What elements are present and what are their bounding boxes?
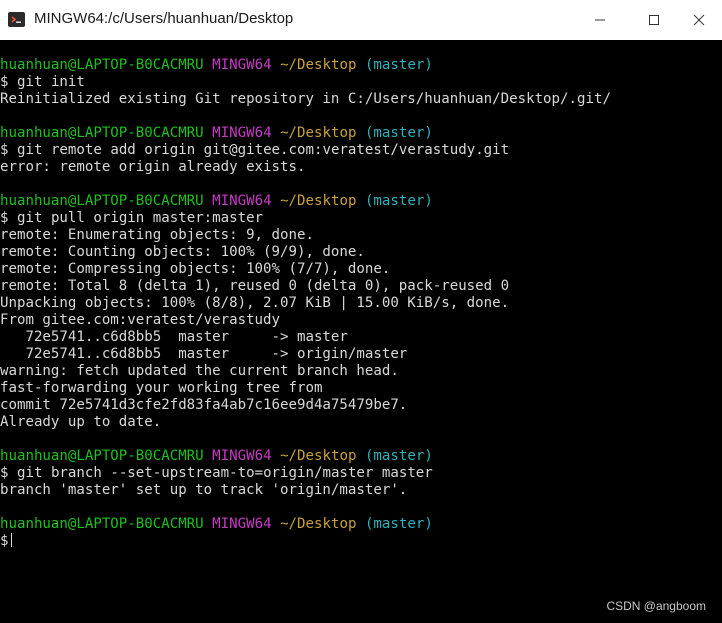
- prompt-user: huanhuan@LAPTOP-B0CACMRU: [0, 193, 204, 209]
- command-text: git remote add origin git@gitee.com:vera…: [17, 142, 510, 158]
- prompt-system: MINGW64: [212, 516, 272, 532]
- output-line: branch 'master' set up to track 'origin/…: [0, 482, 722, 499]
- prompt-symbol: $: [0, 142, 9, 158]
- prompt-user: huanhuan@LAPTOP-B0CACMRU: [0, 57, 204, 73]
- output-line: remote: Total 8 (delta 1), reused 0 (del…: [0, 278, 722, 295]
- command-text: git pull origin master:master: [17, 210, 264, 226]
- prompt-symbol: $: [0, 74, 9, 90]
- prompt-path: ~/Desktop: [280, 57, 357, 73]
- git-bash-app-icon: [8, 12, 25, 27]
- maximize-button[interactable]: [631, 0, 677, 40]
- prompt-system: MINGW64: [212, 125, 272, 141]
- prompt-user: huanhuan@LAPTOP-B0CACMRU: [0, 448, 204, 464]
- output-text: 72e5741..c6d8bb5 master -> master: [0, 329, 348, 345]
- output-line: warning: fetch updated the current branc…: [0, 363, 722, 380]
- prompt-user: huanhuan@LAPTOP-B0CACMRU: [0, 125, 204, 141]
- prompt-line: huanhuan@LAPTOP-B0CACMRU MINGW64 ~/Deskt…: [0, 125, 722, 142]
- watermark: CSDN @angboom: [606, 599, 706, 613]
- prompt-branch: (master): [364, 125, 433, 141]
- prompt-line: huanhuan@LAPTOP-B0CACMRU MINGW64 ~/Deskt…: [0, 57, 722, 74]
- output-line: remote: Enumerating objects: 9, done.: [0, 227, 722, 244]
- prompt-branch: (master): [364, 57, 433, 73]
- maximize-icon: [649, 15, 659, 25]
- prompt-system: MINGW64: [212, 193, 272, 209]
- prompt-line: huanhuan@LAPTOP-B0CACMRU MINGW64 ~/Deskt…: [0, 193, 722, 210]
- output-line: remote: Counting objects: 100% (9/9), do…: [0, 244, 722, 261]
- prompt-branch: (master): [364, 516, 433, 532]
- command-text: git init: [17, 74, 85, 90]
- prompt-branch: (master): [364, 193, 433, 209]
- minimize-button[interactable]: [577, 0, 623, 40]
- output-text: commit 72e5741d3cfe2fd83fa4ab7c16ee9d4a7…: [0, 397, 408, 413]
- output-text: remote: Compressing objects: 100% (7/7),…: [0, 261, 391, 277]
- prompt-symbol: $: [0, 533, 9, 549]
- output-text: From gitee.com:veratest/verastudy: [0, 312, 281, 328]
- command-line: $ git remote add origin git@gitee.com:ve…: [0, 142, 722, 159]
- output-text: 72e5741..c6d8bb5 master -> origin/master: [0, 346, 408, 362]
- output-text: remote: Enumerating objects: 9, done.: [0, 227, 314, 243]
- output-line: commit 72e5741d3cfe2fd83fa4ab7c16ee9d4a7…: [0, 397, 722, 414]
- prompt-symbol: $: [0, 465, 9, 481]
- output-text: error: remote origin already exists.: [0, 159, 306, 175]
- minimize-icon: [595, 19, 605, 21]
- terminal-output[interactable]: huanhuan@LAPTOP-B0CACMRU MINGW64 ~/Deskt…: [0, 57, 722, 550]
- prompt-system: MINGW64: [212, 448, 272, 464]
- prompt-path: ~/Desktop: [280, 448, 357, 464]
- command-line: $ git branch --set-upstream-to=origin/ma…: [0, 465, 722, 482]
- output-text: Already up to date.: [0, 414, 162, 430]
- output-text: Reinitialized existing Git repository in…: [0, 91, 611, 107]
- output-line: error: remote origin already exists.: [0, 159, 722, 176]
- title-bar[interactable]: MINGW64:/c/Users/huanhuan/Desktop: [0, 0, 722, 40]
- close-icon: [693, 14, 705, 26]
- active-command-line[interactable]: $: [0, 533, 722, 550]
- close-button[interactable]: [676, 0, 722, 40]
- prompt-line: huanhuan@LAPTOP-B0CACMRU MINGW64 ~/Deskt…: [0, 516, 722, 533]
- command-line: $ git init: [0, 74, 722, 91]
- output-text: remote: Total 8 (delta 1), reused 0 (del…: [0, 278, 510, 294]
- output-line: Unpacking objects: 100% (8/8), 2.07 KiB …: [0, 295, 722, 312]
- prompt-path: ~/Desktop: [280, 125, 357, 141]
- output-line: 72e5741..c6d8bb5 master -> origin/master: [0, 346, 722, 363]
- output-text: branch 'master' set up to track 'origin/…: [0, 482, 408, 498]
- output-line: Already up to date.: [0, 414, 722, 431]
- prompt-system: MINGW64: [212, 57, 272, 73]
- prompt-path: ~/Desktop: [280, 516, 357, 532]
- output-line: Reinitialized existing Git repository in…: [0, 91, 722, 108]
- output-text: warning: fetch updated the current branc…: [0, 363, 399, 379]
- output-text: remote: Counting objects: 100% (9/9), do…: [0, 244, 365, 260]
- output-line: remote: Compressing objects: 100% (7/7),…: [0, 261, 722, 278]
- output-line: fast-forwarding your working tree from: [0, 380, 722, 397]
- command-text: git branch --set-upstream-to=origin/mast…: [17, 465, 433, 481]
- prompt-branch: (master): [364, 448, 433, 464]
- window-title: MINGW64:/c/Users/huanhuan/Desktop: [34, 10, 294, 27]
- command-line: $ git pull origin master:master: [0, 210, 722, 227]
- output-line: From gitee.com:veratest/verastudy: [0, 312, 722, 329]
- prompt-line: huanhuan@LAPTOP-B0CACMRU MINGW64 ~/Deskt…: [0, 448, 722, 465]
- prompt-symbol: $: [0, 210, 9, 226]
- output-text: fast-forwarding your working tree from: [0, 380, 323, 396]
- text-cursor: [10, 533, 12, 547]
- output-text: Unpacking objects: 100% (8/8), 2.07 KiB …: [0, 295, 510, 311]
- prompt-user: huanhuan@LAPTOP-B0CACMRU: [0, 516, 204, 532]
- prompt-path: ~/Desktop: [280, 193, 357, 209]
- output-line: 72e5741..c6d8bb5 master -> master: [0, 329, 722, 346]
